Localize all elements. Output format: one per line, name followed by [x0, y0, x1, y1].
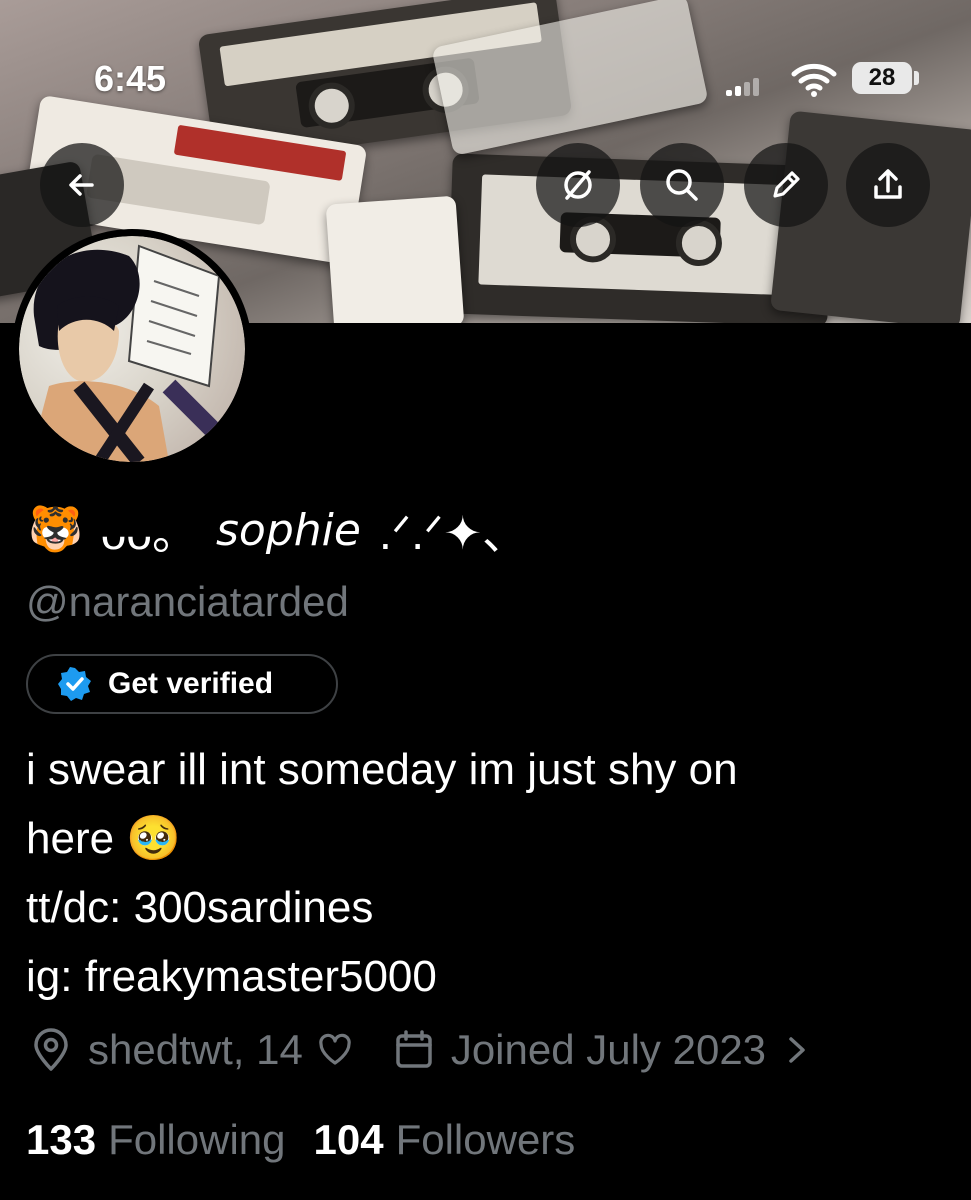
- profile-bio: i swear ill int someday im just shy on h…: [26, 735, 946, 1011]
- back-button[interactable]: [40, 143, 124, 227]
- follow-stats: 133 Following 104 Followers: [26, 1110, 575, 1170]
- share-button[interactable]: [846, 143, 930, 227]
- followers-stat[interactable]: 104 Followers: [314, 1116, 576, 1164]
- bio-line: here 🥹: [26, 814, 182, 863]
- cassette-tape-image: [325, 195, 465, 323]
- status-time: 6:45: [94, 58, 167, 99]
- search-button[interactable]: [640, 143, 724, 227]
- joined-date-item[interactable]: Joined July 2023: [391, 1026, 812, 1074]
- tiger-emoji: 🐯: [28, 505, 83, 554]
- arrow-left-icon: [69, 174, 94, 196]
- following-label: Following: [108, 1116, 286, 1163]
- avatar-image: [19, 236, 245, 462]
- bio-line: i swear ill int someday im just shy on: [26, 745, 738, 794]
- following-stat[interactable]: 133 Following: [26, 1116, 286, 1164]
- profile-avatar[interactable]: [12, 229, 252, 469]
- location-pin-icon: [34, 1028, 68, 1071]
- calendar-icon: [396, 1030, 432, 1068]
- get-verified-button[interactable]: Get verified: [26, 654, 338, 714]
- profile-meta: shedtwt, 14 Joined July 2023: [28, 1020, 812, 1080]
- edit-button[interactable]: [744, 143, 828, 227]
- hidden-content-button[interactable]: [536, 143, 620, 227]
- name-decoration: ᴗᴗ。: [100, 507, 198, 559]
- display-name-row: 🐯 ᴗᴗ。 sophie .ᐟ.ᐟ✦、: [28, 500, 528, 560]
- user-handle: @naranciatarded: [26, 578, 349, 625]
- location-item: shedtwt, 14: [28, 1026, 355, 1074]
- bio-line: tt/dc: 300sardines: [26, 883, 374, 932]
- display-name: sophie: [215, 504, 361, 556]
- get-verified-label: Get verified: [108, 667, 274, 700]
- search-icon: [666, 169, 698, 201]
- name-suffix: .ᐟ.ᐟ✦、: [378, 507, 528, 559]
- pencil-icon: [773, 171, 800, 198]
- cellular-signal-icon: [726, 78, 760, 96]
- battery-tip: [914, 71, 919, 85]
- chevron-right-icon: [789, 1037, 805, 1063]
- bio-line: ig: freakymaster5000: [26, 952, 437, 1001]
- battery-indicator: 28: [852, 62, 912, 94]
- slash-circle-icon: [564, 170, 592, 200]
- followers-label: Followers: [395, 1116, 576, 1163]
- followers-count: 104: [313, 1116, 384, 1163]
- location-text: shedtwt, 14: [88, 1026, 303, 1073]
- verified-badge-icon: [58, 667, 91, 701]
- share-icon: [874, 169, 902, 199]
- following-count: 133: [26, 1116, 97, 1163]
- heart-icon: [319, 1033, 351, 1065]
- joined-date-text: Joined July 2023: [450, 1026, 767, 1073]
- wifi-icon: [791, 63, 837, 97]
